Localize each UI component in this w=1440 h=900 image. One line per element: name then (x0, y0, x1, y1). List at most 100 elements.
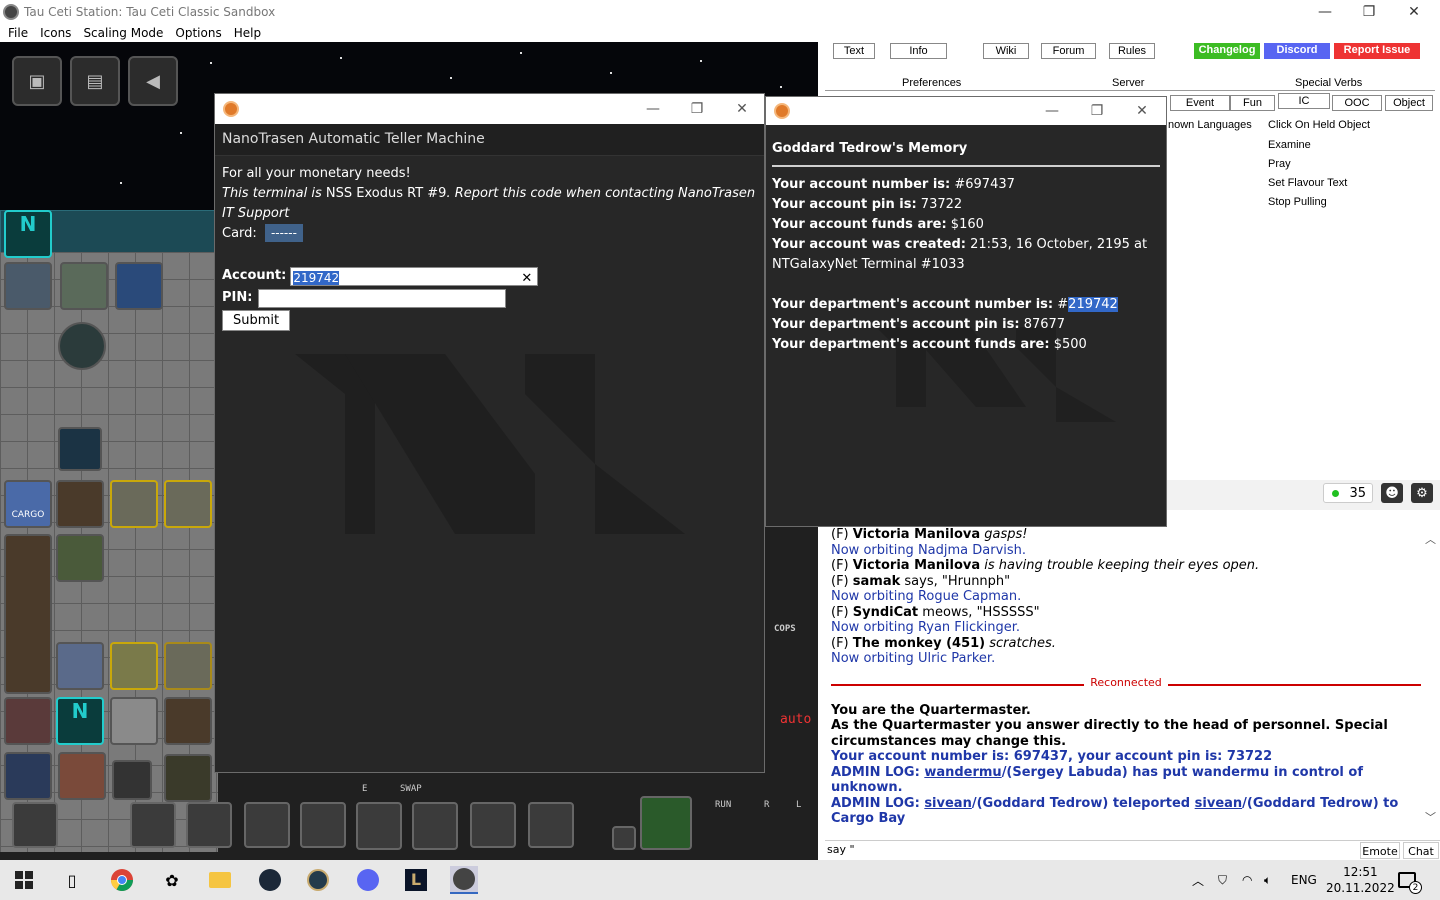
clear-icon[interactable]: ✕ (521, 269, 532, 289)
machine-icon[interactable] (164, 754, 212, 802)
tab-special-verbs[interactable]: Special Verbs (1295, 77, 1362, 89)
atm-close-button[interactable]: ✕ (722, 94, 762, 124)
hud-slot-pocket-2[interactable] (528, 802, 574, 848)
changelog-button[interactable]: Changelog (1194, 43, 1260, 59)
vending-machine-icon[interactable] (115, 262, 163, 310)
menu-help[interactable]: Help (228, 26, 267, 40)
hand-slot-left[interactable] (412, 802, 458, 850)
hud-slot-belt[interactable] (186, 802, 232, 848)
hud-slot-uniform[interactable] (12, 802, 58, 848)
nt-terminal-icon[interactable]: N (56, 697, 104, 745)
language-indicator[interactable]: ENG (1291, 860, 1317, 900)
player-link[interactable]: sivean (1195, 796, 1243, 811)
app-icon[interactable]: ✿ (158, 866, 186, 894)
hud-collapse-button[interactable]: ◀ (128, 56, 178, 106)
discord-button[interactable]: Discord (1264, 43, 1330, 59)
tray-app-icon[interactable]: ⛉ (1218, 860, 1227, 900)
windows-start-icon[interactable] (10, 866, 38, 894)
movement-intent-icon[interactable] (700, 796, 748, 850)
wifi-icon[interactable]: ◠ (1242, 860, 1252, 900)
clock[interactable]: 12:51 20.11.2022 (1326, 860, 1395, 900)
verb-examine[interactable]: Examine (1268, 139, 1311, 151)
intent-selector[interactable] (640, 796, 692, 850)
player-link[interactable]: sivean (924, 796, 972, 811)
hud-button-1[interactable]: ▣ (12, 56, 62, 106)
memory-close-button[interactable]: ✕ (1122, 97, 1162, 125)
menu-options[interactable]: Options (169, 26, 227, 40)
vending-machine-icon[interactable] (60, 262, 108, 310)
account-input[interactable]: 219742 ✕ (290, 266, 539, 289)
verb-pray[interactable]: Pray (1268, 158, 1291, 170)
machine-icon[interactable] (56, 642, 104, 690)
tab-event[interactable]: Event (1170, 95, 1230, 111)
menu-icons[interactable]: Icons (34, 26, 77, 40)
tab-preferences[interactable]: Preferences (902, 77, 961, 89)
minimize-button[interactable]: — (1302, 0, 1348, 24)
hud-button-2[interactable]: ▤ (70, 56, 120, 106)
chat-scrollbar[interactable]: ︿ ﹀ (1421, 527, 1440, 839)
hud-slot-suit[interactable] (130, 802, 176, 848)
computer-icon[interactable] (4, 752, 52, 800)
text-button[interactable]: Text (833, 43, 875, 59)
verb-click-held-object[interactable]: Click On Held Object (1268, 119, 1370, 131)
volume-icon[interactable]: 🔈︎ (1264, 860, 1271, 900)
lol-icon[interactable]: L (402, 866, 430, 894)
tab-ic[interactable]: IC (1278, 93, 1330, 109)
emoji-icon[interactable]: ☻ (1381, 483, 1403, 503)
player-link[interactable]: wandermu (924, 765, 1001, 780)
emote-button[interactable]: Emote (1360, 842, 1400, 859)
league-icon[interactable] (304, 866, 332, 894)
menu-scaling-mode[interactable]: Scaling Mode (77, 26, 169, 40)
vending-machine-icon[interactable] (4, 262, 52, 310)
tau-ceti-icon[interactable] (450, 866, 478, 894)
notification-icon[interactable]: 2 (1398, 860, 1422, 900)
gear-icon[interactable]: ⚙ (1411, 483, 1433, 503)
throw-toggle[interactable] (612, 826, 636, 850)
command-input[interactable]: say " (827, 843, 855, 856)
hand-slot-right[interactable] (356, 802, 402, 850)
verb-known-languages[interactable]: nown Languages (1168, 119, 1252, 131)
task-view-icon[interactable]: ▯ (58, 866, 86, 894)
tab-server[interactable]: Server (1112, 77, 1144, 89)
card-eject-button[interactable]: ------ (264, 224, 303, 242)
atm-maximize-button[interactable]: ❐ (677, 94, 717, 124)
auto-label[interactable]: auto (780, 712, 811, 727)
steam-icon[interactable] (256, 866, 284, 894)
hud-slot-pda[interactable] (244, 802, 290, 848)
report-issue-button[interactable]: Report Issue (1334, 43, 1420, 59)
chat-log[interactable]: (F) Victoria Manilova gasps! Now orbitin… (825, 527, 1421, 839)
hud-slot-back[interactable] (300, 802, 346, 848)
swap-label[interactable]: SWAP (400, 784, 422, 794)
chat-button[interactable]: Chat (1403, 842, 1439, 859)
hud-slot-pocket-1[interactable] (470, 802, 516, 848)
tray-chevron-icon[interactable]: ︿ (1192, 860, 1204, 900)
hud-slot-id[interactable] (62, 802, 108, 848)
scroll-up-icon[interactable]: ︿ (1425, 531, 1436, 547)
file-explorer-icon[interactable] (206, 866, 234, 894)
discord-app-icon[interactable] (354, 866, 382, 894)
pin-input[interactable] (258, 288, 507, 308)
tab-object[interactable]: Object (1385, 95, 1433, 111)
menu-file[interactable]: File (2, 26, 34, 40)
chrome-icon[interactable] (108, 866, 136, 894)
rules-button[interactable]: Rules (1109, 43, 1155, 59)
toolbox-icon[interactable] (58, 752, 106, 800)
submit-button[interactable]: Submit (222, 310, 291, 331)
tab-ooc[interactable]: OOC (1332, 95, 1382, 111)
cargo-console-icon[interactable]: CARGO (4, 480, 52, 528)
scroll-down-icon[interactable]: ﹀ (1425, 809, 1436, 825)
vending-machine-icon[interactable] (56, 534, 104, 582)
info-button[interactable]: Info (890, 43, 947, 59)
machine-icon[interactable] (110, 697, 158, 745)
memory-minimize-button[interactable]: — (1032, 97, 1072, 125)
forum-button[interactable]: Forum (1041, 43, 1096, 59)
atm-minimize-button[interactable]: — (633, 94, 673, 124)
close-button[interactable]: ✕ (1391, 0, 1437, 24)
nt-terminal-icon[interactable]: N (4, 210, 52, 258)
verb-stop-pulling[interactable]: Stop Pulling (1268, 196, 1327, 208)
wiki-button[interactable]: Wiki (983, 43, 1029, 59)
maximize-button[interactable]: ❐ (1346, 0, 1392, 24)
verb-set-flavour-text[interactable]: Set Flavour Text (1268, 177, 1347, 189)
tab-fun[interactable]: Fun (1230, 95, 1275, 111)
memory-maximize-button[interactable]: ❐ (1077, 97, 1117, 125)
